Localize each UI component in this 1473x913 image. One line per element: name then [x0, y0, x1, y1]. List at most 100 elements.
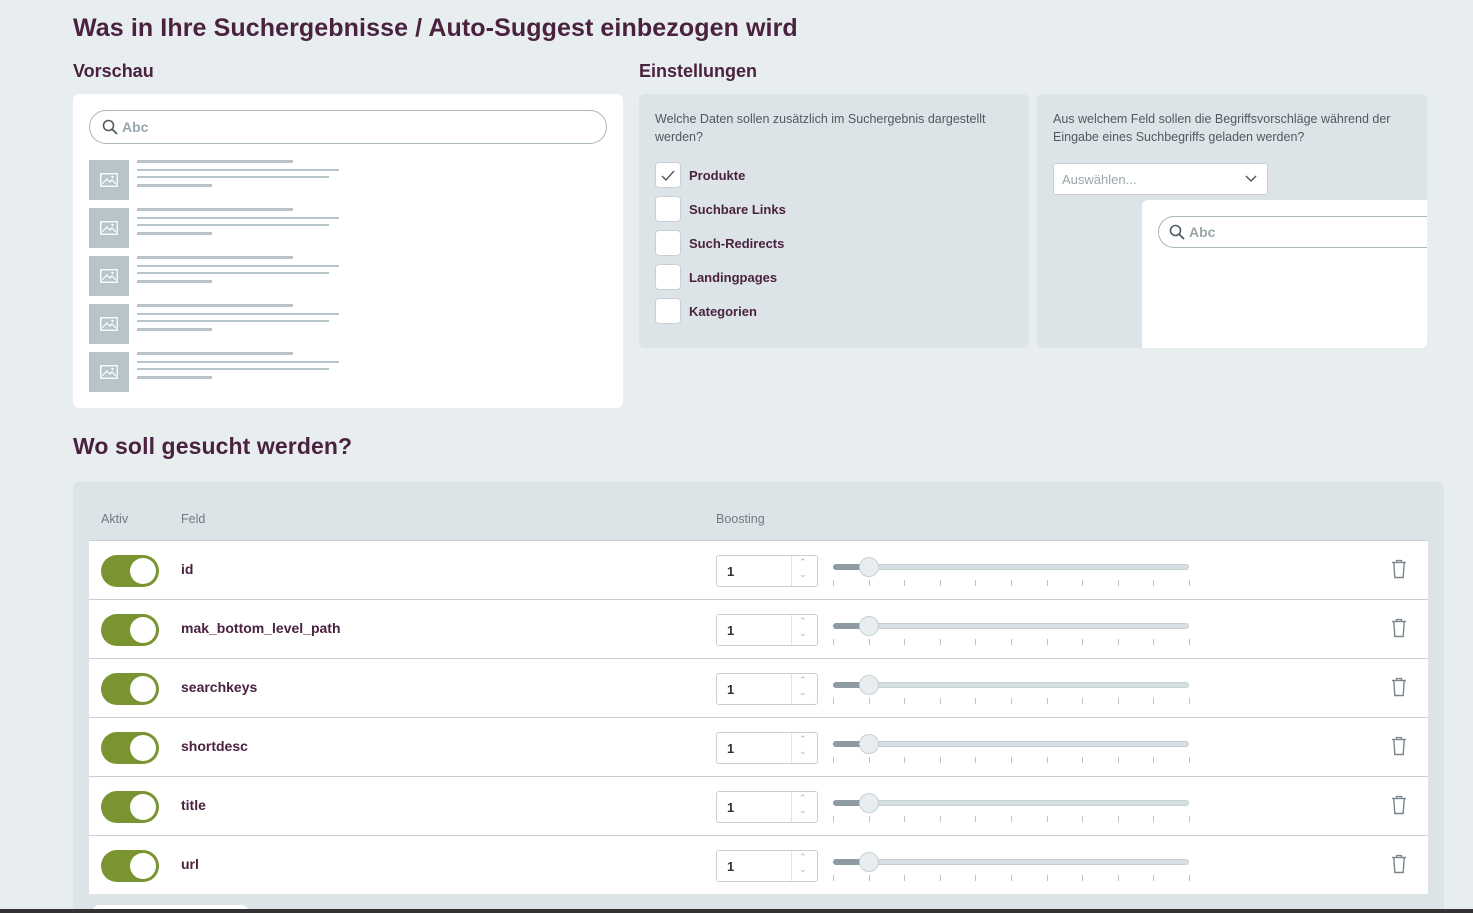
- slider-tick: [975, 816, 976, 822]
- checkbox[interactable]: [655, 162, 681, 188]
- boost-value: 1: [727, 623, 735, 638]
- preview-search-input[interactable]: Abc: [89, 110, 607, 144]
- data-option-produkte[interactable]: Produkte: [655, 162, 745, 188]
- trash-icon[interactable]: [1391, 677, 1407, 702]
- checkbox-label: Suchbare Links: [689, 201, 786, 217]
- preview-title-line: [137, 160, 293, 163]
- slider-handle[interactable]: [859, 734, 879, 754]
- table-row: shortdesc 1 ⌃ ⌄: [89, 717, 1428, 776]
- preview-text-line: [137, 272, 329, 274]
- boost-slider[interactable]: [833, 671, 1191, 704]
- slider-handle[interactable]: [859, 675, 879, 695]
- preview-text-line: [137, 217, 339, 219]
- toggle-knob: [130, 794, 156, 820]
- boost-stepper[interactable]: ⌃ ⌄: [791, 792, 817, 822]
- slider-handle[interactable]: [859, 852, 879, 872]
- checkbox[interactable]: [655, 264, 681, 290]
- slider-tick: [1011, 816, 1012, 822]
- preview-heading: Vorschau: [73, 61, 154, 81]
- slider-tick: [940, 757, 941, 763]
- trash-icon[interactable]: [1391, 618, 1407, 643]
- chevron-down-icon[interactable]: ⌄: [799, 746, 807, 757]
- chevron-down-icon[interactable]: ⌄: [799, 569, 807, 580]
- data-options-question: Welche Daten sollen zusätzlich im Sucher…: [655, 112, 986, 144]
- slider-track: [833, 564, 1189, 570]
- slider-handle[interactable]: [859, 557, 879, 577]
- active-toggle[interactable]: [101, 555, 159, 587]
- chevron-down-icon[interactable]: ⌄: [799, 805, 807, 816]
- boost-slider[interactable]: [833, 848, 1191, 881]
- boost-slider[interactable]: [833, 789, 1191, 822]
- slider-tick: [904, 639, 905, 645]
- slider-tick: [904, 757, 905, 763]
- slider-tick: [833, 698, 834, 704]
- chevron-up-icon[interactable]: ⌃: [799, 734, 807, 745]
- boost-stepper[interactable]: ⌃ ⌄: [791, 556, 817, 586]
- active-toggle[interactable]: [101, 850, 159, 882]
- chevron-up-icon[interactable]: ⌃: [799, 852, 807, 863]
- slider-tick: [833, 639, 834, 645]
- chevron-up-icon[interactable]: ⌃: [799, 675, 807, 686]
- slider-tick: [1011, 580, 1012, 586]
- preview-price-line: [137, 328, 212, 331]
- boost-stepper[interactable]: ⌃ ⌄: [791, 615, 817, 645]
- checkbox-label: Kategorien: [689, 303, 757, 319]
- active-toggle[interactable]: [101, 673, 159, 705]
- chevron-down-icon[interactable]: ⌄: [799, 864, 807, 875]
- checkbox[interactable]: [655, 230, 681, 256]
- boost-number-input[interactable]: 1 ⌃ ⌄: [716, 791, 818, 823]
- boost-number-input[interactable]: 1 ⌃ ⌄: [716, 555, 818, 587]
- image-placeholder-icon: [89, 160, 129, 200]
- suggest-preview-search-input[interactable]: Abc: [1158, 216, 1427, 248]
- data-option-suchbare-links[interactable]: Suchbare Links: [655, 196, 786, 222]
- chevron-up-icon[interactable]: ⌃: [799, 557, 807, 568]
- boost-stepper[interactable]: ⌃ ⌄: [791, 851, 817, 881]
- checkbox-label: Such-Redirects: [689, 235, 785, 251]
- slider-tick: [1189, 816, 1190, 822]
- table-row: searchkeys 1 ⌃ ⌄: [89, 658, 1428, 717]
- boost-number-input[interactable]: 1 ⌃ ⌄: [716, 732, 818, 764]
- slider-track: [833, 859, 1189, 865]
- slider-tick: [869, 698, 870, 704]
- preview-text-line: [137, 169, 339, 171]
- active-toggle[interactable]: [101, 614, 159, 646]
- data-option-such-redirects[interactable]: Such-Redirects: [655, 230, 784, 256]
- preview-text-line: [137, 368, 329, 370]
- trash-icon[interactable]: [1391, 736, 1407, 761]
- slider-tick: [869, 816, 870, 822]
- slider-tick: [1011, 698, 1012, 704]
- slider-track: [833, 800, 1189, 806]
- slider-tick: [1047, 757, 1048, 763]
- boost-slider[interactable]: [833, 730, 1191, 763]
- boost-stepper[interactable]: ⌃ ⌄: [791, 733, 817, 763]
- boost-number-input[interactable]: 1 ⌃ ⌄: [716, 614, 818, 646]
- data-option-kategorien[interactable]: Kategorien: [655, 298, 757, 324]
- trash-icon[interactable]: [1391, 854, 1407, 879]
- slider-handle[interactable]: [859, 793, 879, 813]
- boost-number-input[interactable]: 1 ⌃ ⌄: [716, 850, 818, 882]
- image-placeholder-icon: [89, 208, 129, 248]
- slider-tick: [833, 875, 834, 881]
- checkbox[interactable]: [655, 196, 681, 222]
- boost-number-input[interactable]: 1 ⌃ ⌄: [716, 673, 818, 705]
- active-toggle[interactable]: [101, 791, 159, 823]
- field-name: id: [181, 561, 194, 577]
- chevron-up-icon[interactable]: ⌃: [799, 793, 807, 804]
- chevron-up-icon[interactable]: ⌃: [799, 616, 807, 627]
- suggest-field-select[interactable]: Auswählen...: [1053, 163, 1268, 195]
- trash-icon[interactable]: [1391, 795, 1407, 820]
- boost-stepper[interactable]: ⌃ ⌄: [791, 674, 817, 704]
- slider-tick: [1011, 639, 1012, 645]
- slider-tick: [940, 875, 941, 881]
- preview-text-line: [137, 265, 339, 267]
- select-placeholder: Auswählen...: [1062, 171, 1137, 187]
- data-option-landingpages[interactable]: Landingpages: [655, 264, 777, 290]
- slider-handle[interactable]: [859, 616, 879, 636]
- active-toggle[interactable]: [101, 732, 159, 764]
- trash-icon[interactable]: [1391, 559, 1407, 584]
- boost-slider[interactable]: [833, 612, 1191, 645]
- boost-slider[interactable]: [833, 553, 1191, 586]
- chevron-down-icon[interactable]: ⌄: [799, 628, 807, 639]
- chevron-down-icon[interactable]: ⌄: [799, 687, 807, 698]
- checkbox[interactable]: [655, 298, 681, 324]
